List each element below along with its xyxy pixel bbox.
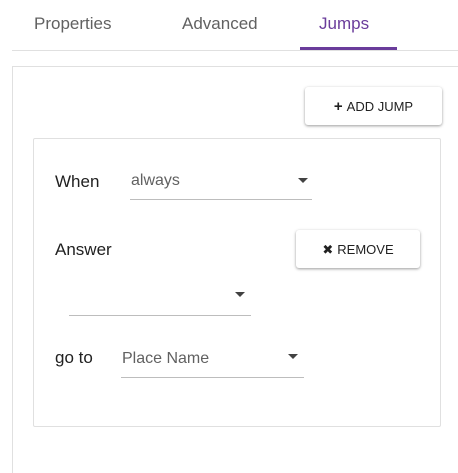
caret-down-icon bbox=[288, 354, 298, 359]
tab-properties[interactable]: Properties bbox=[34, 14, 111, 34]
plus-icon: + bbox=[333, 97, 343, 115]
when-label: When bbox=[55, 172, 100, 191]
jumps-page: Properties Advanced Jumps + ADD JUMP Whe… bbox=[0, 0, 458, 473]
answer-label: Answer bbox=[55, 240, 112, 259]
answer-select[interactable] bbox=[69, 282, 251, 316]
caret-down-icon bbox=[235, 292, 245, 297]
tab-jumps[interactable]: Jumps bbox=[319, 14, 369, 34]
tab-advanced[interactable]: Advanced bbox=[182, 14, 258, 34]
goto-select-value: Place Name bbox=[122, 350, 210, 367]
goto-label: go to bbox=[55, 348, 93, 367]
remove-button[interactable]: ✖ REMOVE bbox=[296, 230, 420, 268]
when-select[interactable]: always bbox=[130, 168, 312, 200]
remove-label: REMOVE bbox=[337, 241, 394, 257]
close-icon: ✖ bbox=[322, 241, 334, 257]
tab-bar: Properties Advanced Jumps bbox=[12, 0, 458, 51]
when-select-value: always bbox=[131, 172, 180, 189]
add-jump-label: ADD JUMP bbox=[346, 98, 414, 114]
add-jump-button[interactable]: + ADD JUMP bbox=[305, 87, 442, 125]
caret-down-icon bbox=[298, 178, 308, 183]
goto-select[interactable]: Place Name bbox=[121, 346, 304, 378]
active-tab-indicator bbox=[300, 47, 397, 50]
